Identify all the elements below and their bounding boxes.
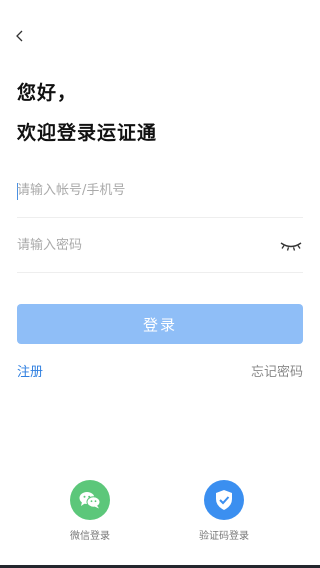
- sms-code-login-label: 验证码登录: [199, 531, 249, 542]
- greeting-heading: 您好，: [17, 82, 78, 104]
- chevron-left-icon: [16, 30, 23, 42]
- forgot-password-link[interactable]: 忘记密码: [251, 361, 303, 380]
- wechat-icon: [79, 492, 101, 509]
- wechat-login-circle: [70, 480, 110, 520]
- register-link[interactable]: 注册: [17, 361, 43, 380]
- account-field: [17, 164, 303, 218]
- sms-code-login-circle: [204, 480, 244, 520]
- login-button[interactable]: 登录: [17, 304, 303, 344]
- sms-code-login-button[interactable]: 验证码登录: [184, 480, 264, 542]
- password-visibility-toggle[interactable]: [279, 235, 303, 255]
- password-input[interactable]: [17, 219, 267, 272]
- wechat-login-label: 微信登录: [70, 531, 110, 542]
- password-field: [17, 219, 303, 273]
- wechat-login-button[interactable]: 微信登录: [50, 480, 130, 542]
- account-input[interactable]: [17, 164, 267, 217]
- shield-check-icon: [216, 490, 232, 510]
- eye-closed-icon: [280, 242, 302, 251]
- welcome-heading: 欢迎登录运证通: [17, 122, 158, 144]
- back-button[interactable]: [10, 26, 30, 46]
